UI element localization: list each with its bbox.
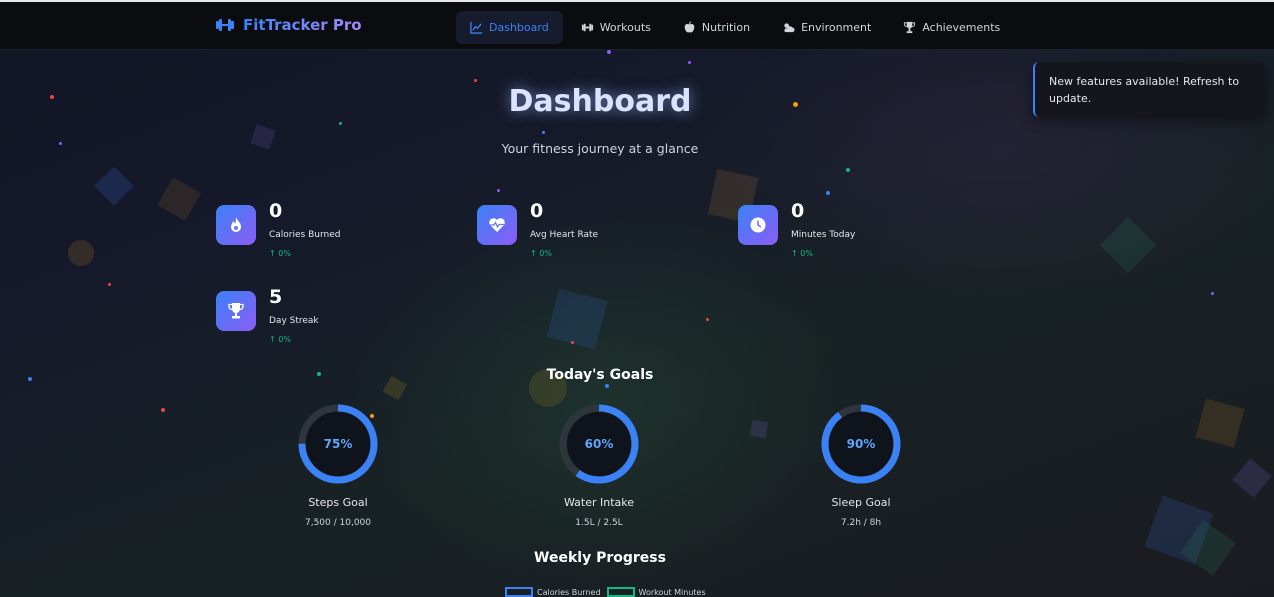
legend-label: Workout Minutes [638,587,706,597]
main-nav: Dashboard Workouts Nutrition Environment… [456,11,1014,44]
stat-value: 0 [530,200,544,222]
nav-environment[interactable]: Environment [768,11,885,44]
stat-label: Avg Heart Rate [530,230,599,240]
goal-detail: 1.5L / 2.5L [575,518,623,528]
brand-logo[interactable]: FitTracker Pro [215,15,362,35]
goal-name: Steps Goal [308,496,368,509]
trophy-icon [228,303,244,319]
apple-icon [684,21,695,33]
goal-detail: 7,500 / 10,000 [304,518,371,528]
legend-workout-minutes[interactable]: Workout Minutes [606,587,706,597]
legend-label: Calories Burned [537,587,601,597]
trophy-icon [904,21,916,34]
weekly-progress-title: Weekly Progress [534,550,666,566]
goal-steps: 75% Steps Goal 7,500 / 10,000 [268,404,408,528]
stat-value: 0 [791,200,805,222]
nav-label: Environment [801,21,872,34]
chart-line-icon [470,21,483,34]
stat-icon-box [477,205,517,245]
stat-value: 0 [269,200,283,222]
legend-swatch [606,587,635,597]
stat-value: 5 [269,286,283,308]
stat-card-calories: 0 Calories Burned ↑ 0% [216,200,416,275]
stat-icon-box [216,291,256,331]
nav-workouts[interactable]: Workouts [567,11,665,44]
brand-name: FitTracker Pro [243,16,362,34]
stat-change: ↑ 0% [791,249,813,258]
dumbbell-icon [216,19,234,31]
progress-ring: 90% [821,404,901,484]
nav-label: Nutrition [701,21,751,34]
nav-achievements[interactable]: Achievements [889,11,1014,44]
nav-label: Workouts [599,21,651,34]
goal-name: Water Intake [563,496,635,509]
stat-card-heart-rate: 0 Avg Heart Rate ↑ 0% [477,200,677,275]
page-subtitle: Your fitness journey at a glance [501,141,699,156]
stat-icon-box [738,205,778,245]
stat-icon-box [216,205,256,245]
goal-water: 60% Water Intake 1.5L / 2.5L [529,404,669,528]
progress-ring: 60% [559,404,639,484]
heart-pulse-icon [489,218,505,232]
dumbbell-icon [581,23,593,32]
legend-calories[interactable]: Calories Burned [505,587,601,597]
stat-card-streak: 5 Day Streak ↑ 0% [216,286,416,361]
legend-swatch [505,587,533,597]
cloud-sun-icon [784,23,795,33]
goal-name: Sleep Goal [831,496,891,509]
stat-change: ↑ 0% [269,335,291,344]
goals-title: Today's Goals [546,367,654,383]
goal-detail: 7.2h / 8h [840,518,882,528]
ring-percent: 60% [584,437,614,451]
clock-icon [750,217,766,233]
goal-sleep: 90% Sleep Goal 7.2h / 8h [791,404,931,528]
nav-nutrition[interactable]: Nutrition [669,11,764,44]
nav-dashboard[interactable]: Dashboard [456,11,563,44]
stat-label: Minutes Today [791,230,856,240]
stat-change: ↑ 0% [530,249,552,258]
fire-icon [231,217,241,232]
chart-legend: Calories Burned Workout Minutes [505,587,706,597]
ring-percent: 75% [323,437,353,451]
stat-label: Day Streak [269,316,319,326]
stat-label: Calories Burned [269,230,341,240]
progress-ring: 75% [298,404,378,484]
stat-change: ↑ 0% [269,249,291,258]
top-navbar: FitTracker Pro Dashboard Workouts Nutrit… [0,0,1274,50]
nav-label: Achievements [922,21,1001,34]
ring-percent: 90% [846,437,876,451]
stat-card-minutes: 0 Minutes Today ↑ 0% [738,200,938,275]
page-title: Dashboard [508,84,692,119]
nav-label: Dashboard [489,21,549,34]
